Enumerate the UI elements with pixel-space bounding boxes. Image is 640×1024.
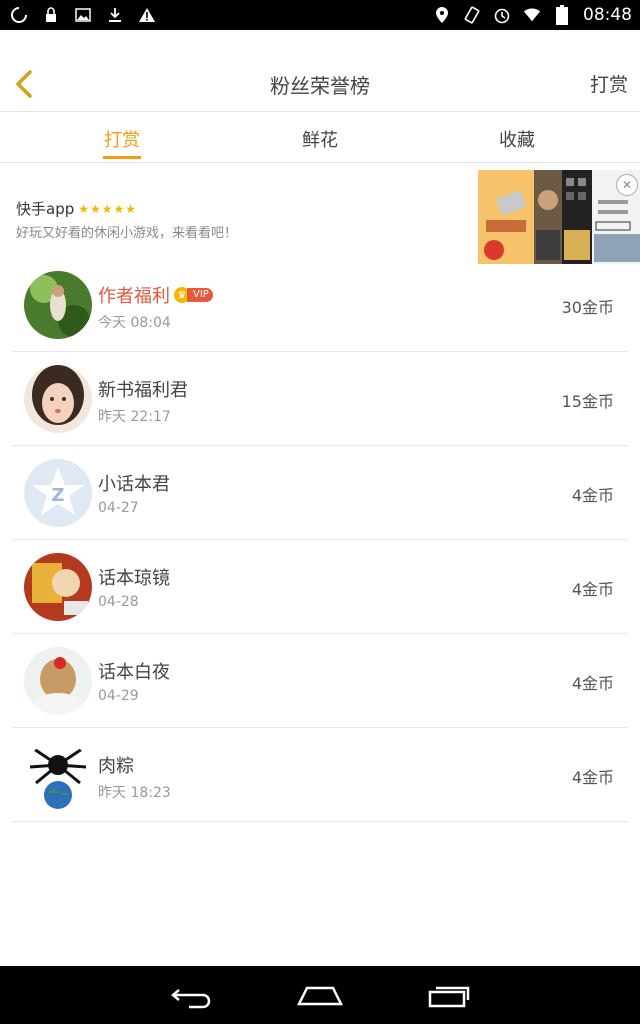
user-name: 话本白夜: [98, 662, 170, 683]
tab-indicator: [103, 156, 141, 159]
app-header: 粉丝荣誉榜 打赏: [0, 30, 640, 112]
close-icon[interactable]: ✕: [616, 174, 638, 196]
avatar: [24, 365, 92, 433]
fan-list: 作者福利 ♛ VIP 今天 08:04 30金币 新书福利君 昨天 22:17 …: [12, 258, 628, 822]
coin-amount: 4金币: [571, 674, 614, 693]
vip-label: VIP: [187, 288, 213, 302]
status-time: 08:48: [583, 5, 632, 25]
warning-icon: [138, 6, 156, 24]
avatar: [24, 271, 92, 339]
list-item[interactable]: Z 小话本君 04-27 4金币: [12, 446, 628, 540]
image-icon: [74, 6, 92, 24]
list-item[interactable]: 话本琼镜 04-28 4金币: [12, 540, 628, 634]
avatar: [24, 741, 92, 809]
lock-icon: [42, 6, 60, 24]
coin-amount: 4金币: [571, 580, 614, 599]
reward-time: 04-29: [98, 688, 139, 704]
tab-bar: 打赏 鲜花 收藏: [0, 112, 640, 163]
avatar: [24, 647, 92, 715]
reward-time: 04-28: [98, 594, 139, 610]
status-right-icons: 08:48: [433, 4, 632, 26]
avatar: Z: [24, 459, 92, 527]
download-icon: [106, 6, 124, 24]
tab-favorites[interactable]: 收藏: [457, 126, 577, 152]
location-icon: [433, 6, 451, 24]
reward-time: 今天 08:04: [98, 315, 171, 331]
coin-amount: 4金币: [571, 768, 614, 787]
user-name: 小话本君: [98, 474, 170, 495]
user-name: 新书福利君: [98, 380, 188, 401]
vip-badge: ♛ VIP: [174, 287, 213, 303]
reward-time: 04-27: [98, 500, 139, 516]
ad-banner[interactable]: 快手app ★★★★★ 好玩又好看的休闲小游戏，来看看吧！ ✕: [0, 168, 640, 266]
coin-amount: 30金币: [561, 298, 614, 317]
tab-flowers[interactable]: 鲜花: [260, 126, 380, 152]
ad-title: 快手app ★★★★★: [16, 198, 137, 219]
avatar: [24, 553, 92, 621]
page-title: 粉丝荣誉榜: [270, 74, 370, 98]
wifi-icon: [523, 6, 541, 24]
list-item[interactable]: 肉粽 昨天 18:23 4金币: [12, 728, 628, 822]
ad-description: 好玩又好看的休闲小游戏，来看看吧！: [16, 226, 238, 241]
user-name: 作者福利 ♛ VIP: [98, 282, 213, 308]
reward-time: 昨天 18:23: [98, 785, 171, 801]
home-nav-icon[interactable]: [295, 980, 345, 1010]
coin-amount: 15金币: [561, 392, 614, 411]
alarm-icon: [493, 6, 511, 24]
reward-button[interactable]: 打赏: [590, 70, 628, 97]
user-name: 话本琼镜: [98, 568, 170, 589]
ad-rating-stars: ★★★★★: [78, 201, 138, 216]
status-left-icons: [10, 4, 156, 26]
coin-amount: 4金币: [571, 486, 614, 505]
back-nav-icon[interactable]: [167, 980, 217, 1010]
list-item[interactable]: 新书福利君 昨天 22:17 15金币: [12, 352, 628, 446]
svg-text:Z: Z: [51, 485, 64, 506]
ad-app-name: 快手app: [16, 200, 75, 218]
user-name-text: 作者福利: [98, 286, 170, 307]
ad-image: ✕: [478, 170, 640, 264]
reward-time: 昨天 22:17: [98, 409, 171, 425]
user-name: 肉粽: [98, 756, 134, 777]
list-item[interactable]: 作者福利 ♛ VIP 今天 08:04 30金币: [12, 258, 628, 352]
tab-reward[interactable]: 打赏: [62, 126, 182, 152]
rotate-icon: [463, 6, 481, 24]
list-item[interactable]: 话本白夜 04-29 4金币: [12, 634, 628, 728]
status-bar: 08:48: [0, 0, 640, 30]
sync-icon: [10, 6, 28, 24]
system-nav-bar: [0, 966, 640, 1024]
battery-icon: [553, 5, 571, 25]
recents-nav-icon[interactable]: [424, 980, 474, 1010]
